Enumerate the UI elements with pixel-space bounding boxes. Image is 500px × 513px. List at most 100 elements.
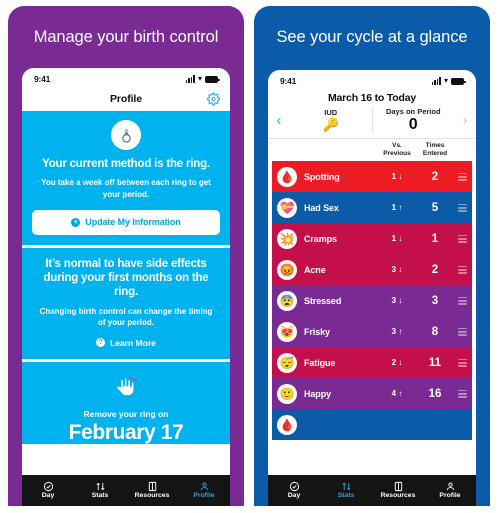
book-icon (147, 481, 158, 492)
symptom-table-header: Vs. Previous Times Entered (268, 139, 476, 162)
tab-resources[interactable]: Resources (372, 481, 424, 500)
tab-bar-right[interactable]: Day Stats Resources Profile (268, 475, 476, 506)
symptom-vs-previous: 3 ↓ (391, 296, 403, 306)
person-icon (445, 481, 456, 492)
plus-circle-icon: + (71, 217, 81, 227)
summary-label-iud: IUD (324, 107, 338, 117)
table-row[interactable]: 🩸 (272, 409, 472, 441)
tab-stats-label: Stats (91, 492, 109, 500)
current-method-body: You take a week off between each ring to… (41, 178, 211, 199)
date-range-title: March 16 to Today (327, 92, 416, 104)
wifi-icon: ▾ (197, 73, 202, 83)
tab-resources[interactable]: Resources (126, 481, 178, 500)
table-row[interactable]: 🙂 Happy 4 ↑ 16 (272, 378, 472, 410)
symptom-name: Acne (304, 264, 326, 275)
symptom-name: Cramps (304, 233, 337, 244)
gear-icon[interactable] (207, 92, 220, 106)
screenshot-stage: Manage your birth control 9:41 ▾ Profile (0, 0, 500, 513)
question-circle-icon: ? (96, 338, 106, 348)
tab-stats[interactable]: Stats (74, 481, 126, 500)
symptom-emoji-icon: 😡 (277, 259, 297, 280)
column-header-vs-previous-line1: Vs. (392, 142, 402, 149)
drag-handle-icon[interactable] (454, 327, 470, 336)
side-effects-heading: It’s normal to have side effects during … (43, 257, 209, 299)
key-icon: 🔑 (322, 116, 339, 132)
column-header-times-entered: Times Entered (416, 142, 454, 158)
drag-handle-icon[interactable] (454, 203, 470, 212)
symptom-row-list[interactable]: 🩸 Spotting 1 ↓ 2 💝 Had Sex 1 ↑ 5 💥 Cramps 1 ↓ 1 😡 Acn… (268, 161, 476, 475)
hand-pointing-icon (32, 375, 220, 403)
symptom-times-entered: 8 (431, 325, 439, 338)
tab-day-label: Day (287, 492, 301, 500)
drag-handle-icon[interactable] (454, 389, 470, 398)
wifi-icon: ▾ (443, 75, 448, 85)
nav-bar-profile: Profile (22, 87, 230, 111)
symptom-name: Spotting (304, 171, 340, 182)
drag-handle-icon[interactable] (454, 358, 470, 367)
drag-handle-icon[interactable] (454, 172, 470, 181)
table-row[interactable]: 💝 Had Sex 1 ↑ 5 (272, 192, 472, 224)
tab-profile[interactable]: Profile (178, 481, 230, 500)
symptom-times-entered: 3 (431, 294, 439, 307)
symptom-emoji-icon: 😴 (277, 352, 297, 373)
status-time: 9:41 (280, 75, 297, 86)
symptom-times-entered: 2 (431, 170, 439, 183)
drag-handle-icon[interactable] (454, 265, 470, 274)
person-icon (199, 481, 210, 492)
book-icon (393, 481, 404, 492)
symptom-times-entered: 11 (428, 356, 442, 369)
current-method-heading: Your current method is the ring. (42, 158, 210, 170)
profile-card-list[interactable]: Your current method is the ring. You tak… (22, 111, 230, 475)
tab-profile[interactable]: Profile (424, 481, 476, 500)
remove-ring-card: Remove your ring on February 17 (22, 361, 230, 444)
tab-day[interactable]: Day (268, 481, 320, 500)
table-row[interactable]: 😴 Fatigue 2 ↓ 11 (272, 347, 472, 379)
symptom-times-entered: 2 (431, 263, 439, 276)
tab-resources-label: Resources (134, 492, 170, 500)
tab-stats[interactable]: Stats (320, 481, 372, 500)
symptom-name: Frisky (304, 326, 330, 337)
symptom-vs-previous: 3 ↑ (391, 327, 403, 337)
symptom-times-entered: 16 (428, 387, 442, 400)
column-header-vs-previous: Vs. Previous (378, 142, 416, 158)
symptom-emoji-icon: 😻 (277, 321, 297, 342)
tab-day-label: Day (41, 492, 55, 500)
learn-more-link[interactable]: ? Learn More (32, 338, 220, 359)
cycle-summary: ‹ IUD 🔑 Days on Period 0 › (268, 106, 476, 139)
table-row[interactable]: 💥 Cramps 1 ↓ 1 (272, 223, 472, 255)
table-row[interactable]: 🩸 Spotting 1 ↓ 2 (272, 161, 472, 193)
learn-more-label: Learn More (110, 337, 156, 348)
promo-headline-left: Manage your birth control (33, 28, 219, 46)
summary-value-days-on-period: 0 (408, 116, 418, 133)
side-effects-body: Changing birth control can change the ti… (39, 306, 213, 328)
ring-icon (111, 120, 141, 150)
symptom-emoji-icon: 🙂 (277, 383, 297, 404)
tab-stats-label: Stats (337, 492, 355, 500)
sort-arrows-icon (341, 481, 352, 492)
summary-cell-days-on-period: Days on Period 0 (371, 107, 455, 133)
check-circle-icon (289, 481, 300, 492)
chevron-right-icon[interactable]: › (454, 107, 476, 133)
drag-handle-icon[interactable] (454, 234, 470, 243)
chevron-left-icon[interactable]: ‹ (268, 107, 290, 133)
tab-bar-left[interactable]: Day Stats Resources Profile (22, 475, 230, 506)
table-row[interactable]: 😨 Stressed 3 ↓ 3 (272, 285, 472, 317)
column-header-vs-previous-line2: Previous (383, 150, 411, 158)
symptom-vs-previous: 2 ↓ (391, 358, 403, 368)
tab-day[interactable]: Day (22, 481, 74, 500)
tab-profile-label: Profile (439, 492, 461, 500)
phone-mockup-right: 9:41 ▾ March 16 to Today ‹ IUD 🔑 Days on… (268, 70, 476, 506)
column-header-times-entered-line1: Times (425, 142, 445, 149)
update-my-information-button[interactable]: + Update My Information (32, 209, 220, 235)
summary-cell-iud: IUD 🔑 (290, 107, 372, 133)
tab-profile-label: Profile (193, 492, 215, 500)
status-time: 9:41 (34, 73, 51, 84)
table-row[interactable]: 😻 Frisky 3 ↑ 8 (272, 316, 472, 348)
drag-handle-icon[interactable] (454, 296, 470, 305)
summary-label-days-on-period: Days on Period (385, 107, 441, 116)
current-method-card: Your current method is the ring. You tak… (22, 111, 230, 245)
table-row[interactable]: 😡 Acne 3 ↓ 2 (272, 254, 472, 286)
promo-panel-left: Manage your birth control 9:41 ▾ Profile (8, 6, 244, 506)
cellular-signal-icon (431, 77, 441, 85)
remove-ring-label: Remove your ring on (83, 408, 169, 419)
